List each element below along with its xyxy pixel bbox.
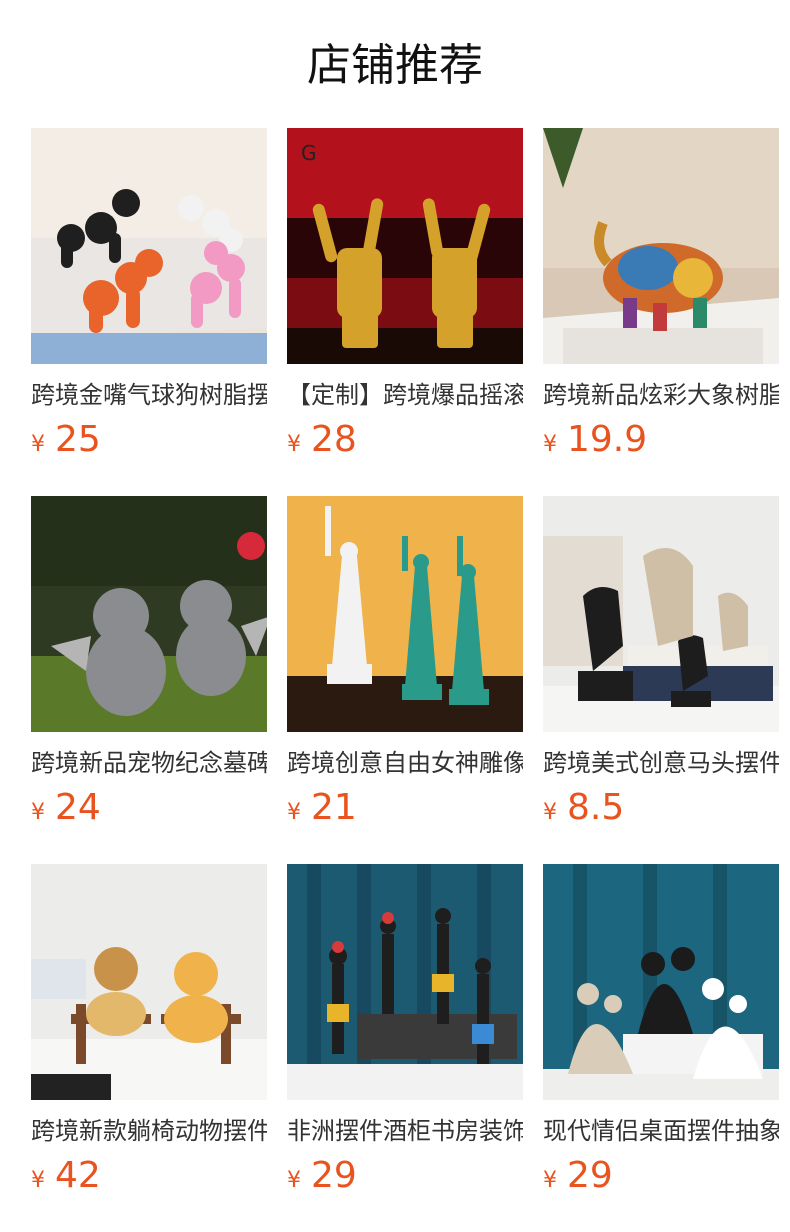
product-price: ¥29 xyxy=(543,1154,779,1204)
product-name[interactable]: 跨境金嘴气球狗树脂摆件 xyxy=(31,378,267,412)
product-image[interactable] xyxy=(31,128,267,364)
currency-symbol: ¥ xyxy=(31,800,45,825)
price-amount: 25 xyxy=(55,419,101,460)
product-name[interactable]: 【定制】跨境爆品摇滚手势摆件 xyxy=(287,378,523,412)
product-card[interactable]: 跨境美式创意马头摆件 ¥8.5 xyxy=(543,496,779,864)
page-title: 店铺推荐 xyxy=(307,40,483,91)
currency-symbol: ¥ xyxy=(31,1168,45,1193)
product-image[interactable] xyxy=(287,496,523,732)
price-amount: 19.9 xyxy=(567,419,648,460)
price-amount: 29 xyxy=(567,1155,613,1196)
product-price: ¥21 xyxy=(287,786,523,836)
product-price: ¥24 xyxy=(31,786,267,836)
product-card[interactable]: 跨境新品宠物纪念墓碑摆件 ¥24 xyxy=(31,496,267,864)
currency-symbol: ¥ xyxy=(543,1168,557,1193)
product-image[interactable]: G xyxy=(287,128,523,364)
product-card[interactable]: 跨境新款躺椅动物摆件 ¥42 xyxy=(31,864,267,1232)
price-amount: 42 xyxy=(55,1155,101,1196)
product-card[interactable]: 跨境金嘴气球狗树脂摆件 ¥25 xyxy=(31,128,267,496)
product-name[interactable]: 跨境创意自由女神雕像摆件 xyxy=(287,746,523,780)
product-image[interactable] xyxy=(287,864,523,1100)
product-price: ¥28 xyxy=(287,418,523,468)
product-grid: 跨境金嘴气球狗树脂摆件 ¥25 xyxy=(31,128,779,1232)
currency-symbol: ¥ xyxy=(287,1168,301,1193)
currency-symbol: ¥ xyxy=(543,800,557,825)
product-name[interactable]: 跨境新品炫彩大象树脂摆件 xyxy=(543,378,779,412)
product-card[interactable]: 非洲摆件酒柜书房装饰品 ¥29 xyxy=(287,864,523,1232)
product-card[interactable]: 跨境新品炫彩大象树脂摆件 ¥19.9 xyxy=(543,128,779,496)
price-amount: 21 xyxy=(311,787,357,828)
product-name[interactable]: 跨境美式创意马头摆件 xyxy=(543,746,779,780)
product-price: ¥19.9 xyxy=(543,418,779,468)
product-price: ¥29 xyxy=(287,1154,523,1204)
currency-symbol: ¥ xyxy=(287,800,301,825)
product-card[interactable]: 现代情侣桌面摆件抽象 ¥29 xyxy=(543,864,779,1232)
product-card[interactable]: 跨境创意自由女神雕像摆件 ¥21 xyxy=(287,496,523,864)
product-image[interactable] xyxy=(31,864,267,1100)
product-price: ¥25 xyxy=(31,418,267,468)
product-image[interactable] xyxy=(543,864,779,1100)
product-image[interactable] xyxy=(543,128,779,364)
price-amount: 29 xyxy=(311,1155,357,1196)
price-amount: 24 xyxy=(55,787,101,828)
currency-symbol: ¥ xyxy=(287,432,301,457)
product-image[interactable] xyxy=(543,496,779,732)
product-image[interactable] xyxy=(31,496,267,732)
price-amount: 28 xyxy=(311,419,357,460)
product-card[interactable]: G 【定制】跨境爆品摇滚手势摆件 ¥28 xyxy=(287,128,523,496)
product-name[interactable]: 非洲摆件酒柜书房装饰品 xyxy=(287,1114,523,1148)
product-name[interactable]: 跨境新款躺椅动物摆件 xyxy=(31,1114,267,1148)
product-price: ¥42 xyxy=(31,1154,267,1204)
price-amount: 8.5 xyxy=(567,787,625,828)
product-name[interactable]: 跨境新品宠物纪念墓碑摆件 xyxy=(31,746,267,780)
svg-text:G: G xyxy=(301,141,317,165)
product-name[interactable]: 现代情侣桌面摆件抽象 xyxy=(543,1114,779,1148)
product-price: ¥8.5 xyxy=(543,786,779,836)
currency-symbol: ¥ xyxy=(31,432,45,457)
currency-symbol: ¥ xyxy=(543,432,557,457)
